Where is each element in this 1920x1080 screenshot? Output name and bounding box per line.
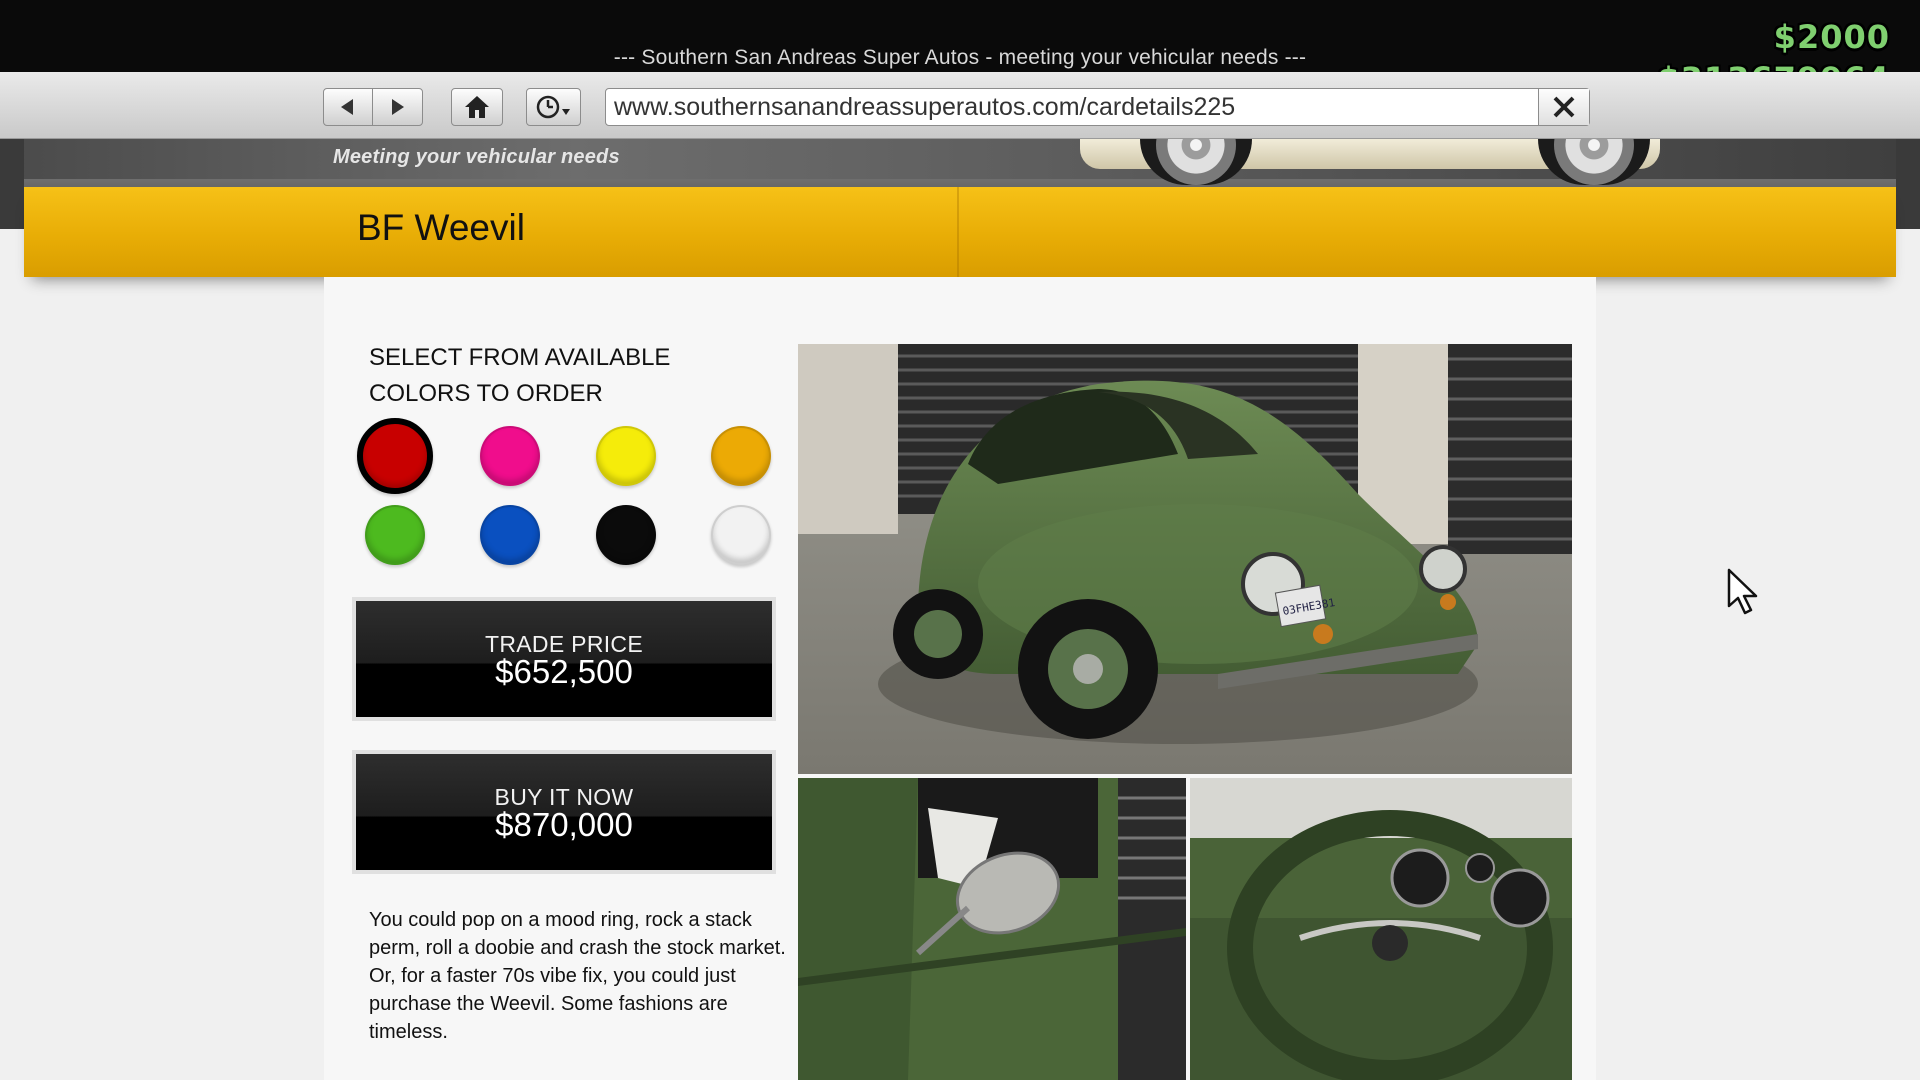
vehicle-photo-interior[interactable] xyxy=(1190,778,1572,1080)
vehicle-title: BF Weevil xyxy=(357,207,525,248)
url-bar[interactable]: www.southernsanandreassuperautos.com/car… xyxy=(605,88,1590,126)
buy-now-price: $870,000 xyxy=(495,806,633,843)
browser-toolbar: www.southernsanandreassuperautos.com/car… xyxy=(0,72,1920,139)
hero-shade-left xyxy=(0,139,24,229)
hero-shade-right xyxy=(1896,139,1920,229)
vehicle-photo-interior-image xyxy=(1190,778,1572,1080)
back-icon xyxy=(341,99,353,115)
colors-heading: SELECT FROM AVAILABLE COLORS TO ORDER xyxy=(369,340,709,412)
back-forward-group xyxy=(323,88,423,126)
vehicle-description: You could pop on a mood ring, rock a sta… xyxy=(369,909,786,1043)
header-band-divider xyxy=(957,187,959,277)
trade-price-button[interactable]: TRADE PRICE $652,500 xyxy=(352,597,776,721)
cash-counter: $2000 xyxy=(1773,18,1890,56)
colors-heading-line2: COLORS TO ORDER xyxy=(369,380,603,407)
color-swatch-orange[interactable] xyxy=(711,426,771,486)
vehicle-photo-main[interactable]: 03FHE381 xyxy=(798,344,1572,774)
color-swatch-yellow[interactable] xyxy=(596,426,656,486)
forward-button[interactable] xyxy=(372,89,420,125)
url-close-button[interactable] xyxy=(1538,89,1589,125)
color-swatch-blue[interactable] xyxy=(480,505,540,565)
vehicle-photo-mirror[interactable] xyxy=(798,778,1186,1080)
vehicle-photo-mirror-image xyxy=(798,778,1186,1080)
color-swatch-green[interactable] xyxy=(365,505,425,565)
trade-price-value: $652,500 xyxy=(495,653,633,690)
home-button[interactable] xyxy=(452,89,502,125)
home-group xyxy=(451,88,503,126)
color-swatch-black[interactable] xyxy=(596,505,656,565)
close-icon xyxy=(1553,96,1575,118)
colors-heading-line1: SELECT FROM AVAILABLE xyxy=(369,344,671,371)
back-button[interactable] xyxy=(324,89,372,125)
site-tagline: Meeting your vehicular needs xyxy=(333,146,620,168)
vehicle-photo-main-image: 03FHE381 xyxy=(798,344,1572,774)
history-group xyxy=(526,88,581,126)
url-text[interactable]: www.southernsanandreassuperautos.com/car… xyxy=(614,93,1235,122)
mouse-cursor xyxy=(1727,568,1758,615)
color-swatch-pink[interactable] xyxy=(480,426,540,486)
history-icon xyxy=(536,95,570,119)
window-title: --- Southern San Andreas Super Autos - m… xyxy=(613,46,1307,69)
buy-now-button[interactable]: BUY IT NOW $870,000 xyxy=(352,750,776,874)
color-swatch-red[interactable] xyxy=(357,418,433,494)
home-icon xyxy=(465,96,489,118)
forward-icon xyxy=(391,99,404,115)
color-swatch-white[interactable] xyxy=(711,505,771,565)
history-button[interactable] xyxy=(527,89,580,125)
header-band xyxy=(24,187,1896,277)
